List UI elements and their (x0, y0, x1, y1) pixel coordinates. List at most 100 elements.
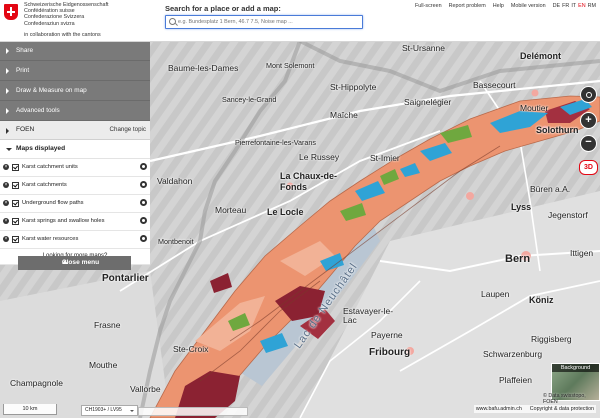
place-label: Le Locle (267, 207, 304, 217)
place-label: Bern (505, 253, 531, 265)
layer-row: × Karst springs and swallow holes (0, 213, 150, 231)
lang-fr[interactable]: FR (562, 3, 569, 9)
scale-bar: 10 km (3, 404, 57, 415)
place-label: Vallorbe (130, 384, 161, 394)
layer-visibility-checkbox[interactable] (12, 182, 19, 189)
zoom-in-button[interactable]: + (580, 112, 597, 129)
caret-right-icon (6, 88, 9, 94)
federation-line: Confederaziun svizra (24, 20, 75, 27)
place-label: Montbenoit (158, 237, 194, 246)
accordion-draw-measure[interactable]: Draw & Measure on map (0, 81, 150, 101)
mouse-position-field (138, 407, 248, 416)
projection-select[interactable]: CH1903+ / LV95 (81, 405, 138, 416)
accordion-advanced-tools[interactable]: Advanced tools (0, 101, 150, 121)
gear-icon[interactable] (140, 235, 147, 242)
maps-displayed-header[interactable]: Maps displayed (0, 140, 150, 159)
accordion-share[interactable]: Share (0, 41, 150, 61)
place-label: Pierrefontaine-les-Varans (235, 138, 316, 147)
lang-de[interactable]: DE (553, 3, 561, 9)
topic-row[interactable]: FOEN Change topic (0, 121, 150, 140)
report-problem-link[interactable]: Report problem (449, 3, 486, 9)
place-label: Bassecourt (473, 80, 516, 90)
accordion-label: Print (16, 67, 30, 74)
place-label: La Chaux-de-Fonds (280, 171, 338, 192)
place-label: Lyss (511, 202, 532, 212)
layer-name[interactable]: Karst catchments (22, 177, 67, 194)
lang-it[interactable]: IT (571, 3, 576, 9)
caret-right-icon (6, 68, 9, 74)
place-label: Valdahon (157, 176, 193, 186)
remove-layer-icon[interactable]: × (3, 218, 9, 224)
gear-icon[interactable] (140, 199, 147, 206)
place-label: Solothurn (536, 125, 579, 135)
remove-layer-icon[interactable]: × (3, 236, 9, 242)
background-caption: Background (552, 364, 599, 372)
remove-layer-icon[interactable]: × (3, 200, 9, 206)
change-topic-link[interactable]: Change topic (110, 121, 146, 139)
layer-row: × Karst catchments (0, 177, 150, 195)
layer-visibility-checkbox[interactable] (12, 236, 19, 243)
caret-down-icon (6, 147, 12, 151)
town-marker (531, 89, 539, 97)
lang-rm[interactable]: RM (588, 3, 596, 9)
place-label: St-Hippolyte (330, 82, 377, 92)
side-panel: Share Print Draw & Measure on map Advanc… (0, 41, 150, 265)
place-label: Maîche (330, 110, 358, 120)
place-label: St-Imier (370, 153, 400, 163)
fullscreen-link[interactable]: Full-screen (415, 3, 442, 9)
place-label: Le Russey (299, 152, 340, 162)
remove-layer-icon[interactable]: × (3, 164, 9, 170)
layer-row: × Karst catchment units (0, 159, 150, 177)
search-box[interactable] (165, 15, 363, 29)
gear-icon[interactable] (140, 217, 147, 224)
remove-layer-icon[interactable]: × (3, 182, 9, 188)
place-label: Baume-les-Dames (168, 63, 239, 73)
place-label: Riggisberg (531, 334, 572, 344)
layer-name[interactable]: Karst water resources (22, 231, 78, 248)
geolocation-button[interactable] (580, 86, 597, 103)
swiss-cross-logo[interactable] (4, 4, 18, 20)
place-label: Laupen (481, 289, 510, 299)
header-links: Full-screen Report problem Help Mobile v… (415, 3, 596, 9)
place-label: Estavayer-le-Lac (343, 306, 394, 325)
place-label: Fribourg (369, 347, 411, 358)
caret-right-icon (6, 127, 9, 134)
bafu-link[interactable]: www.bafu.admin.ch (476, 406, 522, 412)
place-label: Ste-Croix (173, 344, 209, 354)
place-label: Mouthe (89, 360, 118, 370)
app-header: Schweizerische Eidgenossenschaft Confédé… (0, 0, 600, 42)
layer-row: × Karst water resources (0, 231, 150, 249)
place-label: Büren a.A. (530, 184, 571, 194)
layer-visibility-checkbox[interactable] (12, 218, 19, 225)
place-label: Köniz (529, 295, 554, 305)
place-label: Morteau (215, 205, 247, 215)
topic-name: FOEN (16, 126, 35, 133)
mobile-version-link[interactable]: Mobile version (511, 3, 546, 9)
gear-icon[interactable] (140, 181, 147, 188)
gear-icon[interactable] (140, 163, 147, 170)
layer-name[interactable]: Underground flow paths (22, 195, 84, 212)
layer-visibility-checkbox[interactable] (12, 164, 19, 171)
layer-name[interactable]: Karst springs and swallow holes (22, 213, 104, 230)
collaboration-note: in collaboration with the cantons (24, 32, 101, 38)
zoom-out-button[interactable]: − (580, 135, 597, 152)
caret-up-icon (62, 260, 68, 264)
place-label: Mont Solemont (266, 61, 315, 70)
search-input[interactable] (178, 16, 358, 28)
lang-en[interactable]: EN (578, 3, 586, 9)
close-menu-button[interactable]: Close menu (18, 256, 131, 270)
maps-displayed-label: Maps displayed (16, 145, 66, 152)
place-label: Champagnole (10, 378, 63, 388)
layer-name[interactable]: Karst catchment units (22, 159, 78, 176)
copyright-link[interactable]: Copyright & data protection (530, 406, 594, 412)
accordion-label: Share (16, 47, 34, 54)
layer-row: × Underground flow paths (0, 195, 150, 213)
caret-right-icon (6, 48, 9, 54)
place-label: St-Ursanne (402, 43, 445, 53)
layer-visibility-checkbox[interactable] (12, 200, 19, 207)
town-marker (466, 192, 474, 200)
help-link[interactable]: Help (493, 3, 504, 9)
3d-button[interactable]: 3D (579, 160, 598, 175)
accordion-print[interactable]: Print (0, 61, 150, 81)
search-label: Search for a place or add a map: (165, 4, 281, 13)
